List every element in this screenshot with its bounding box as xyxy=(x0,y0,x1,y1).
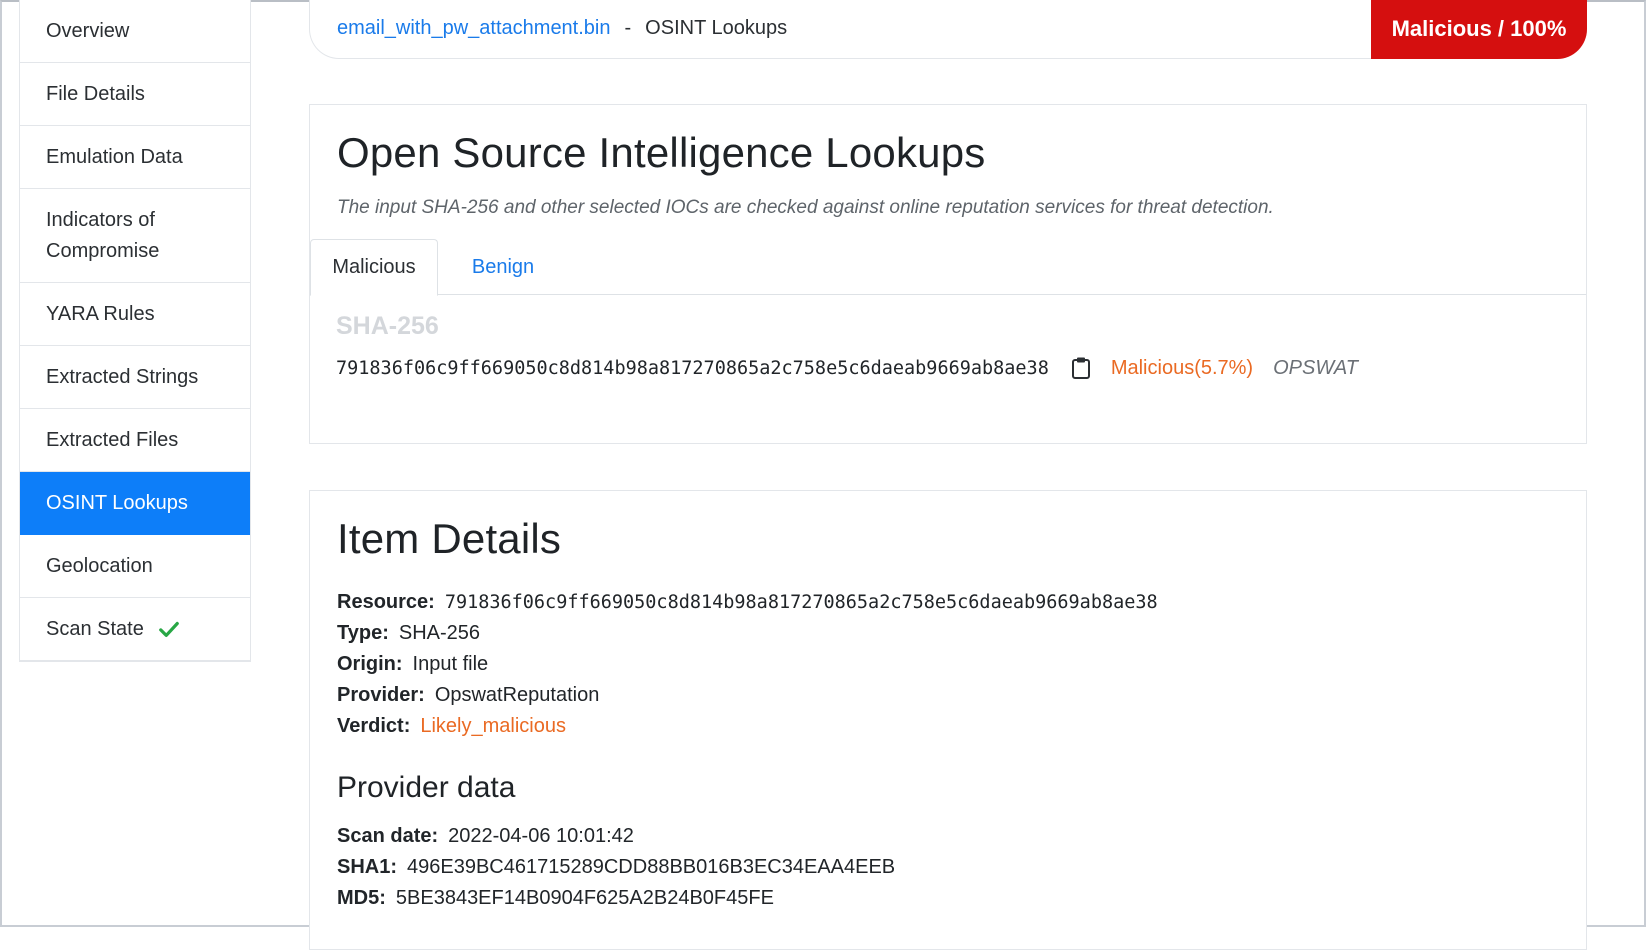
detail-label: Scan date: xyxy=(337,825,439,847)
detail-value: 791836f06c9ff669050c8d814b98a817270865a2… xyxy=(444,592,1158,613)
result-tabs: Malicious Benign xyxy=(310,239,1586,296)
detail-label: SHA1: xyxy=(337,856,398,878)
sidebar-item-label: Extracted Strings xyxy=(46,365,199,388)
detail-value: 2022-04-06 10:01:42 xyxy=(448,825,634,847)
detail-label: Type: xyxy=(337,622,389,644)
header-bar: email_with_pw_attachment.bin - OSINT Looku… xyxy=(309,0,1587,59)
detail-label: Provider: xyxy=(337,684,425,706)
detail-label: Origin: xyxy=(337,653,403,675)
osint-card: Open Source Intelligence Lookups The inp… xyxy=(309,104,1587,444)
breadcrumb-current: OSINT Lookups xyxy=(645,17,788,39)
page-subtitle: The input SHA-256 and other selected IOC… xyxy=(337,197,1274,218)
provider-row-md5: MD5: 5BE3843EF14B0904F625A2B24B0F45FE xyxy=(337,883,895,914)
sidebar-item-label: Extracted Files xyxy=(46,428,179,451)
provider-data-title: Provider data xyxy=(337,771,516,804)
sidebar-item-label: Overview xyxy=(46,19,130,42)
sidebar-item-label: OSINT Lookups xyxy=(46,491,188,514)
item-details-list: Resource: 791836f06c9ff669050c8d814b98a81… xyxy=(337,587,1158,742)
tab-benign[interactable]: Benign xyxy=(448,239,558,296)
page-title: Open Source Intelligence Lookups xyxy=(337,129,986,176)
sidebar-item-extracted-files[interactable]: Extracted Files xyxy=(20,409,250,472)
detail-row-origin: Origin: Input file xyxy=(337,649,1158,680)
lookup-verdict[interactable]: Malicious(5.7%) xyxy=(1111,357,1253,380)
provider-data-list: Scan date: 2022-04-06 10:01:42 SHA1: 496E3… xyxy=(337,821,895,914)
sidebar-item-emulation-data[interactable]: Emulation Data xyxy=(20,126,250,189)
sidebar-item-osint-lookups[interactable]: OSINT Lookups xyxy=(20,472,250,535)
sidebar-item-label: Emulation Data xyxy=(46,145,183,168)
sidebar-item-overview[interactable]: Overview xyxy=(20,0,250,63)
sidebar-item-indicators-of-compromise[interactable]: Indicators of Compromise xyxy=(20,189,250,283)
detail-value: Input file xyxy=(412,653,489,675)
detail-value: OpswatReputation xyxy=(434,684,600,706)
sidebar-item-scan-state[interactable]: Scan State xyxy=(20,598,250,661)
detail-value: 496E39BC461715289CDD88BB016B3EC34EAA4EEB xyxy=(407,856,896,878)
sidebar-item-yara-rules[interactable]: YARA Rules xyxy=(20,283,250,346)
sidebar-item-label: Indicators of Compromise xyxy=(46,208,160,262)
detail-value: 5BE3843EF14B0904F625A2B24B0F45FE xyxy=(395,887,774,909)
file-link[interactable]: email_with_pw_attachment.bin xyxy=(337,17,611,39)
item-details-title: Item Details xyxy=(337,515,562,562)
clipboard-icon[interactable] xyxy=(1071,356,1091,380)
detail-row-resource: Resource: 791836f06c9ff669050c8d814b98a81… xyxy=(337,587,1158,618)
checkmark-icon xyxy=(158,621,179,638)
provider-row-scan-date: Scan date: 2022-04-06 10:01:42 xyxy=(337,821,895,852)
breadcrumb-separator: - xyxy=(624,17,632,39)
sidebar-item-label: Scan State xyxy=(46,617,144,640)
sidebar-item-file-details[interactable]: File Details xyxy=(20,63,250,126)
sidebar-item-label: Geolocation xyxy=(46,554,153,577)
detail-row-verdict: Verdict: Likely_malicious xyxy=(337,711,1158,742)
provider-row-sha1: SHA1: 496E39BC461715289CDD88BB016B3EC34EA… xyxy=(337,852,895,883)
hash-value: 791836f06c9ff669050c8d814b98a817270865a2… xyxy=(336,357,1049,379)
detail-value: Likely_malicious xyxy=(420,715,566,737)
detail-row-type: Type: SHA-256 xyxy=(337,618,1158,649)
detail-label: MD5: xyxy=(337,887,386,909)
item-details-card: Item Details Resource: 791836f06c9ff66905… xyxy=(309,490,1587,950)
sidebar-item-extracted-strings[interactable]: Extracted Strings xyxy=(20,346,250,409)
sidebar-nav: Overview File Details Emulation Data Ind… xyxy=(19,0,251,662)
tab-malicious[interactable]: Malicious xyxy=(310,239,438,296)
lookup-provider: OPSWAT xyxy=(1273,356,1358,379)
verdict-badge: Malicious / 100% xyxy=(1371,0,1587,59)
lookup-result-row: 791836f06c9ff669050c8d814b98a817270865a2… xyxy=(336,356,1358,380)
sidebar-item-geolocation[interactable]: Geolocation xyxy=(20,535,250,598)
breadcrumb: email_with_pw_attachment.bin - OSINT Looku… xyxy=(337,17,787,40)
detail-row-provider: Provider: OpswatReputation xyxy=(337,680,1158,711)
hash-type-label: SHA-256 xyxy=(336,312,439,340)
detail-label: Resource: xyxy=(337,591,435,613)
detail-value: SHA-256 xyxy=(398,622,481,644)
sidebar-item-label: YARA Rules xyxy=(46,302,155,325)
sidebar-item-label: File Details xyxy=(46,82,145,105)
detail-label: Verdict: xyxy=(337,715,411,737)
